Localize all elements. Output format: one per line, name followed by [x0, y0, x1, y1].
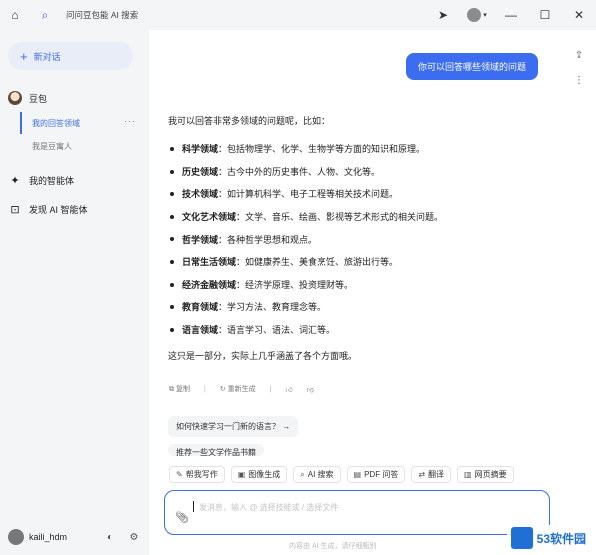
answer-outro: 这只是一部分，实际上几乎涵盖了各个方面哦。 [168, 351, 358, 362]
sidebar-item-discover[interactable]: ⊡ 发现 AI 智能体 [8, 202, 88, 216]
sidebar-item-agents[interactable]: ✦ 我的智能体 [8, 173, 74, 187]
pdf-icon: ▤ [353, 470, 362, 479]
search-tool-button[interactable]: ⌕ AI 搜索 [293, 466, 341, 483]
plus-icon: + [20, 48, 28, 64]
gear-icon[interactable]: ⚙ [127, 530, 141, 544]
active-indicator [20, 112, 22, 134]
theme-icon[interactable]: ◐ [103, 530, 117, 544]
share-icon[interactable]: ⇪ [575, 50, 583, 61]
sidebar-item-label: 豆包 [29, 93, 48, 104]
input-placeholder: 发消息，输入 @ 选择技能或 / 选择文件 [199, 503, 339, 512]
list-item: 日常生活领域 ：如健康养生、美食烹饪、旅游出行等。 [168, 251, 548, 274]
webpage-icon: ▥ [464, 470, 472, 479]
copy-button[interactable]: ⧉ 复制 [169, 384, 190, 394]
list-item: 文化艺术领域 ：文学、音乐、绘画、影视等艺术形式的相关问题。 [168, 206, 548, 229]
title-bar: ⌂ ⌕ 问问豆包能 AI 搜索 ➤ ▾ — ☐ ✕ [0, 0, 596, 30]
divider: | [203, 385, 206, 393]
translate-icon: ⇄ [418, 470, 426, 479]
chat-panel: ⇪ ⋮ 你可以回答哪些领域的问题 我可以回答非常多领域的问题呢，比如： 科学领域… [149, 30, 596, 555]
watermark: 53软件园 [506, 525, 590, 551]
avatar [467, 8, 482, 22]
divider: | [269, 385, 272, 393]
user-message: 你可以回答哪些领域的问题 [405, 53, 538, 80]
pen-icon: ✎ [176, 470, 183, 479]
maximize-icon[interactable]: ☐ [528, 0, 562, 30]
search-icon: ⌕ [300, 469, 305, 479]
sidebar-item-label: 发现 AI 智能体 [29, 204, 88, 215]
sparkle-icon: ✦ [10, 174, 20, 187]
sidebar-subitem-active[interactable]: 我的回答领域 [32, 118, 80, 129]
message-input[interactable]: 发消息，输入 @ 选择技能或 / 选择文件 📎︎ [164, 490, 550, 535]
sidebar-item-doubao[interactable]: 豆包 [8, 91, 47, 105]
list-item: 哲学领域 ：各种哲学思想和观点。 [168, 228, 548, 251]
domain-list: 科学领域 ：包括物理学、化学、生物学等方面的知识和原理。 历史领域 ：古今中外的历史… [168, 138, 548, 341]
username: kaili_hdm [29, 532, 68, 542]
home-icon[interactable]: ⌂ [0, 0, 30, 30]
translate-tool-button[interactable]: ⇄ 翻译 [411, 466, 452, 483]
user-profile[interactable]: kaili_hdm ◐ ⚙ [8, 529, 141, 545]
minimize-icon[interactable]: — [494, 0, 528, 30]
search-icon[interactable]: ⌕ [30, 0, 60, 30]
sidebar: + 新对话 豆包 我的回答领域 ··· 我是豆寓人 ✦ 我的智能体 ⊡ 发现 A… [0, 30, 149, 555]
avatar [8, 529, 24, 545]
close-icon[interactable]: ✕ [562, 0, 596, 30]
image-tool-button[interactable]: ▣ 图像生成 [230, 466, 288, 483]
text-cursor [193, 501, 194, 512]
message-actions: ⧉ 复制 | ↻ 重新生成 | 👍︎ 👎︎ [169, 384, 314, 394]
assistant-message: 我可以回答非常多领域的问题呢，比如： 科学领域 ：包括物理学、化学、生物学等方面的… [168, 114, 548, 363]
list-item: 技术领域 ：如计算机科学、电子工程等相关技术问题。 [168, 183, 548, 206]
skill-toolbar: ✎ 帮我写作 ▣ 图像生成 ⌕ AI 搜索 ▤ PDF 问答 ⇄ 翻译 ▥ 网页摘要 [169, 466, 514, 483]
regenerate-button[interactable]: ↻ 重新生成 [220, 384, 256, 394]
thumbs-up-icon[interactable]: 👍︎ [285, 385, 292, 394]
pin-icon[interactable]: ➤ [426, 0, 460, 30]
account-menu[interactable]: ▾ [460, 0, 494, 30]
suggestion-chip[interactable]: 推荐一些文学作品书籍 [168, 444, 264, 456]
doubao-avatar-icon [8, 91, 22, 105]
more-icon[interactable]: ··· [124, 116, 136, 126]
more-vertical-icon[interactable]: ⋮ [574, 75, 584, 86]
chat-side-actions: ⇪ ⋮ [574, 50, 584, 86]
list-item: 经济金融领域 ：经济学原理、投资理财等。 [168, 274, 548, 297]
image-icon: ▣ [237, 470, 246, 479]
summary-tool-button[interactable]: ▥ 网页摘要 [457, 466, 514, 483]
list-item: 语言领域 ：语言学习、语法、词汇等。 [168, 319, 548, 342]
copy-icon: ⧉ [169, 386, 176, 393]
sidebar-subitem[interactable]: 我是豆寓人 [32, 141, 72, 152]
new-chat-button[interactable]: + 新对话 [8, 42, 133, 70]
list-item: 科学领域 ：包括物理学、化学、生物学等方面的知识和原理。 [168, 138, 548, 161]
list-item: 教育领域 ：学习方法、教育理念等。 [168, 296, 548, 319]
thumbs-down-icon[interactable]: 👎︎ [307, 385, 314, 394]
suggestion-chip[interactable]: 如何快速学习一门新的语言？ → [168, 416, 299, 437]
chevron-down-icon: ▾ [483, 12, 487, 19]
disclaimer: 内容由 AI 生成，请仔细甄别 [289, 543, 377, 550]
sidebar-item-label: 我的智能体 [29, 175, 75, 186]
list-item: 历史领域 ：古今中外的历史事件、人物、文化等。 [168, 161, 548, 184]
write-tool-button[interactable]: ✎ 帮我写作 [169, 466, 225, 483]
window-title: 问问豆包能 AI 搜索 [66, 10, 139, 20]
discover-icon: ⊡ [10, 203, 20, 216]
answer-intro: 我可以回答非常多领域的问题呢，比如： [168, 116, 331, 126]
pdf-tool-button[interactable]: ▤ PDF 问答 [346, 466, 406, 483]
new-chat-label: 新对话 [33, 51, 61, 62]
attach-icon[interactable]: 📎︎ [175, 511, 189, 524]
refresh-icon: ↻ [219, 386, 228, 393]
watermark-logo-icon [510, 527, 533, 549]
